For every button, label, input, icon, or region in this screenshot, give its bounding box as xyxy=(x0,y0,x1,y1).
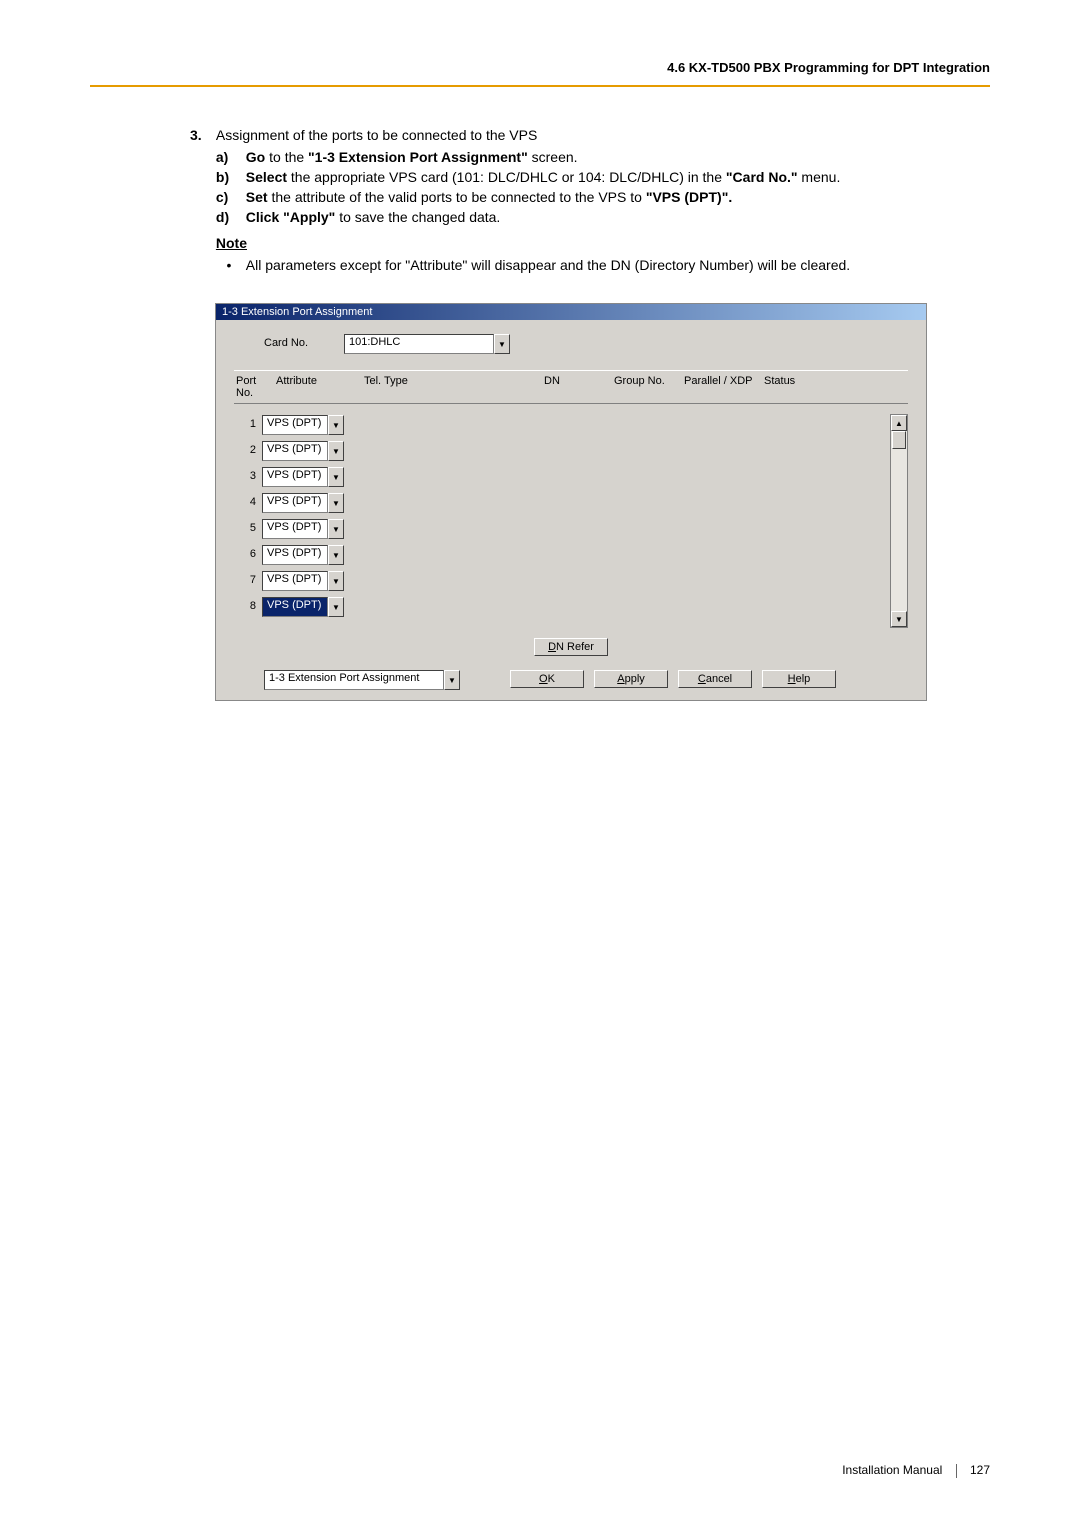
sub-d-letter: d) xyxy=(216,209,242,225)
scroll-thumb[interactable] xyxy=(892,431,906,449)
attribute-value: VPS (DPT) xyxy=(262,597,328,617)
cancel-button[interactable]: Cancel xyxy=(678,670,752,688)
attribute-value: VPS (DPT) xyxy=(262,415,328,435)
dropdown-icon[interactable]: ▼ xyxy=(328,467,344,487)
footer-page: 127 xyxy=(970,1463,990,1477)
card-no-label: Card No. xyxy=(234,337,344,349)
attribute-value: VPS (DPT) xyxy=(262,571,328,591)
dropdown-icon[interactable]: ▼ xyxy=(444,670,460,690)
sub-d-text: Click "Apply" to save the changed data. xyxy=(246,209,926,225)
row-number: 5 xyxy=(234,522,262,534)
dropdown-icon[interactable]: ▼ xyxy=(328,545,344,565)
attribute-select[interactable]: VPS (DPT)▼ xyxy=(262,571,344,589)
page-footer: Installation Manual 127 xyxy=(842,1463,990,1478)
step-intro: Assignment of the ports to be connected … xyxy=(216,127,537,143)
note-heading: Note xyxy=(216,235,936,251)
row-number: 3 xyxy=(234,470,262,482)
table-row: 7VPS (DPT)▼ xyxy=(234,570,884,590)
table-header: Port No. Attribute Tel. Type DN Group No… xyxy=(234,370,908,404)
row-number: 6 xyxy=(234,548,262,560)
attribute-value: VPS (DPT) xyxy=(262,441,328,461)
th-dn: DN xyxy=(544,375,614,399)
attribute-value: VPS (DPT) xyxy=(262,519,328,539)
ok-button[interactable]: OK xyxy=(510,670,584,688)
attribute-value: VPS (DPT) xyxy=(262,467,328,487)
attribute-value: VPS (DPT) xyxy=(262,545,328,565)
dropdown-icon[interactable]: ▼ xyxy=(328,493,344,513)
window-titlebar: 1-3 Extension Port Assignment xyxy=(216,304,926,320)
attribute-select[interactable]: VPS (DPT)▼ xyxy=(262,597,344,615)
scroll-up-icon[interactable]: ▲ xyxy=(891,415,907,431)
sub-c-letter: c) xyxy=(216,189,242,205)
th-status: Status xyxy=(764,375,824,399)
section-header: 4.6 KX-TD500 PBX Programming for DPT Int… xyxy=(90,60,990,75)
help-button[interactable]: Help xyxy=(762,670,836,688)
dialog-window: 1-3 Extension Port Assignment Card No. 1… xyxy=(215,303,927,701)
dropdown-icon[interactable]: ▼ xyxy=(328,519,344,539)
table-row: 3VPS (DPT)▼ xyxy=(234,466,884,486)
card-no-select[interactable]: 101:DHLC ▼ xyxy=(344,334,510,352)
dropdown-icon[interactable]: ▼ xyxy=(328,415,344,435)
dropdown-icon[interactable]: ▼ xyxy=(328,571,344,591)
row-number: 8 xyxy=(234,600,262,612)
table-row: 1VPS (DPT)▼ xyxy=(234,414,884,434)
vertical-scrollbar[interactable]: ▲ ▼ xyxy=(890,414,908,628)
table-row: 8VPS (DPT)▼ xyxy=(234,596,884,616)
row-number: 1 xyxy=(234,418,262,430)
row-number: 7 xyxy=(234,574,262,586)
table-row: 6VPS (DPT)▼ xyxy=(234,544,884,564)
scroll-down-icon[interactable]: ▼ xyxy=(891,611,907,627)
table-row: 2VPS (DPT)▼ xyxy=(234,440,884,460)
attribute-select[interactable]: VPS (DPT)▼ xyxy=(262,467,344,485)
attribute-select[interactable]: VPS (DPT)▼ xyxy=(262,441,344,459)
footer-manual: Installation Manual xyxy=(842,1463,942,1477)
attribute-select[interactable]: VPS (DPT)▼ xyxy=(262,415,344,433)
attribute-select[interactable]: VPS (DPT)▼ xyxy=(262,493,344,511)
table-row: 5VPS (DPT)▼ xyxy=(234,518,884,538)
sub-a-letter: a) xyxy=(216,149,242,165)
row-number: 4 xyxy=(234,496,262,508)
th-tel-type: Tel. Type xyxy=(364,375,544,399)
card-no-value: 101:DHLC xyxy=(344,334,494,354)
step-number: 3. xyxy=(190,127,212,143)
th-group-no: Group No. xyxy=(614,375,684,399)
sub-b-letter: b) xyxy=(216,169,242,185)
table-row: 4VPS (DPT)▼ xyxy=(234,492,884,512)
sub-b-text: Select the appropriate VPS card (101: DL… xyxy=(246,169,926,185)
th-attribute: Attribute xyxy=(276,375,364,399)
th-parallel: Parallel / XDP xyxy=(684,375,764,399)
sub-c-text: Set the attribute of the valid ports to … xyxy=(246,189,926,205)
note-text: All parameters except for "Attribute" wi… xyxy=(246,257,926,273)
dn-refer-button[interactable]: DN Refer xyxy=(534,638,608,656)
dropdown-icon[interactable]: ▼ xyxy=(328,441,344,461)
header-divider xyxy=(90,85,990,87)
row-number: 2 xyxy=(234,444,262,456)
dropdown-icon[interactable]: ▼ xyxy=(328,597,344,617)
screen-select[interactable]: 1-3 Extension Port Assignment ▼ xyxy=(264,670,460,688)
attribute-select[interactable]: VPS (DPT)▼ xyxy=(262,519,344,537)
screen-select-value: 1-3 Extension Port Assignment xyxy=(264,670,444,690)
bullet-icon: • xyxy=(216,257,242,273)
attribute-select[interactable]: VPS (DPT)▼ xyxy=(262,545,344,563)
apply-button[interactable]: Apply xyxy=(594,670,668,688)
sub-a-text: Go to the "1-3 Extension Port Assignment… xyxy=(246,149,926,165)
dropdown-icon[interactable]: ▼ xyxy=(494,334,510,354)
attribute-value: VPS (DPT) xyxy=(262,493,328,513)
th-port: Port No. xyxy=(234,375,276,399)
